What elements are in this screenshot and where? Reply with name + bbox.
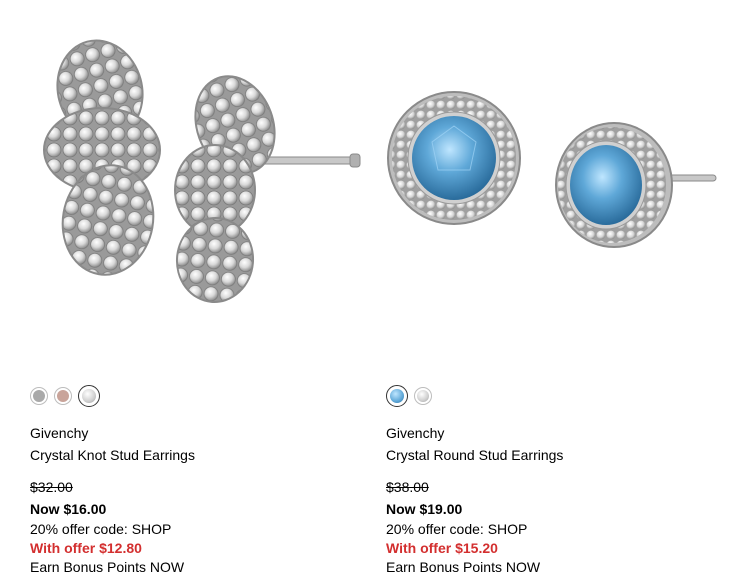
product-image-knot-earrings[interactable]: [30, 30, 370, 320]
sale-price: Now $19.00: [386, 501, 463, 517]
product-name[interactable]: Crystal Knot Stud Earrings: [30, 447, 195, 463]
swatch-fill: [57, 390, 69, 402]
product-card-knot[interactable]: Givenchy Crystal Knot Stud Earrings $32.…: [30, 0, 370, 578]
color-swatches: [30, 385, 100, 407]
knot-earring-front: [43, 39, 161, 276]
bonus-points-text: Earn Bonus Points NOW: [386, 559, 541, 575]
offer-price: With offer $12.80: [30, 540, 142, 556]
original-price: $32.00: [30, 479, 73, 495]
round-earrings-illustration: [387, 91, 717, 248]
color-swatches: [386, 385, 432, 407]
swatch-fill: [417, 390, 429, 402]
round-earring-front: [387, 91, 521, 225]
offer-code: 20% offer code: SHOP: [386, 521, 528, 537]
knot-earring-side: [174, 75, 361, 303]
product-name[interactable]: Crystal Round Stud Earrings: [386, 447, 563, 463]
swatch-fill: [33, 390, 45, 402]
swatch-rose[interactable]: [54, 387, 72, 405]
swatch-blue-selected[interactable]: [386, 385, 408, 407]
offer-price: With offer $15.20: [386, 540, 498, 556]
sale-price: Now $16.00: [30, 501, 107, 517]
product-card-round[interactable]: Givenchy Crystal Round Stud Earrings $38…: [386, 0, 726, 578]
bonus-points-text: Earn Bonus Points NOW: [30, 559, 185, 575]
swatch-gray[interactable]: [30, 387, 48, 405]
offer-code: 20% offer code: SHOP: [30, 521, 172, 537]
swatch-crystal-selected[interactable]: [78, 385, 100, 407]
swatch-fill: [82, 389, 96, 403]
product-brand[interactable]: Givenchy: [386, 425, 444, 441]
swatch-silver[interactable]: [414, 387, 432, 405]
product-brand[interactable]: Givenchy: [30, 425, 88, 441]
original-price: $38.00: [386, 479, 429, 495]
swatch-fill: [390, 389, 404, 403]
knot-earrings-illustration: [43, 39, 361, 303]
round-earring-side: [555, 122, 717, 248]
product-image-round-earrings[interactable]: [386, 30, 726, 320]
